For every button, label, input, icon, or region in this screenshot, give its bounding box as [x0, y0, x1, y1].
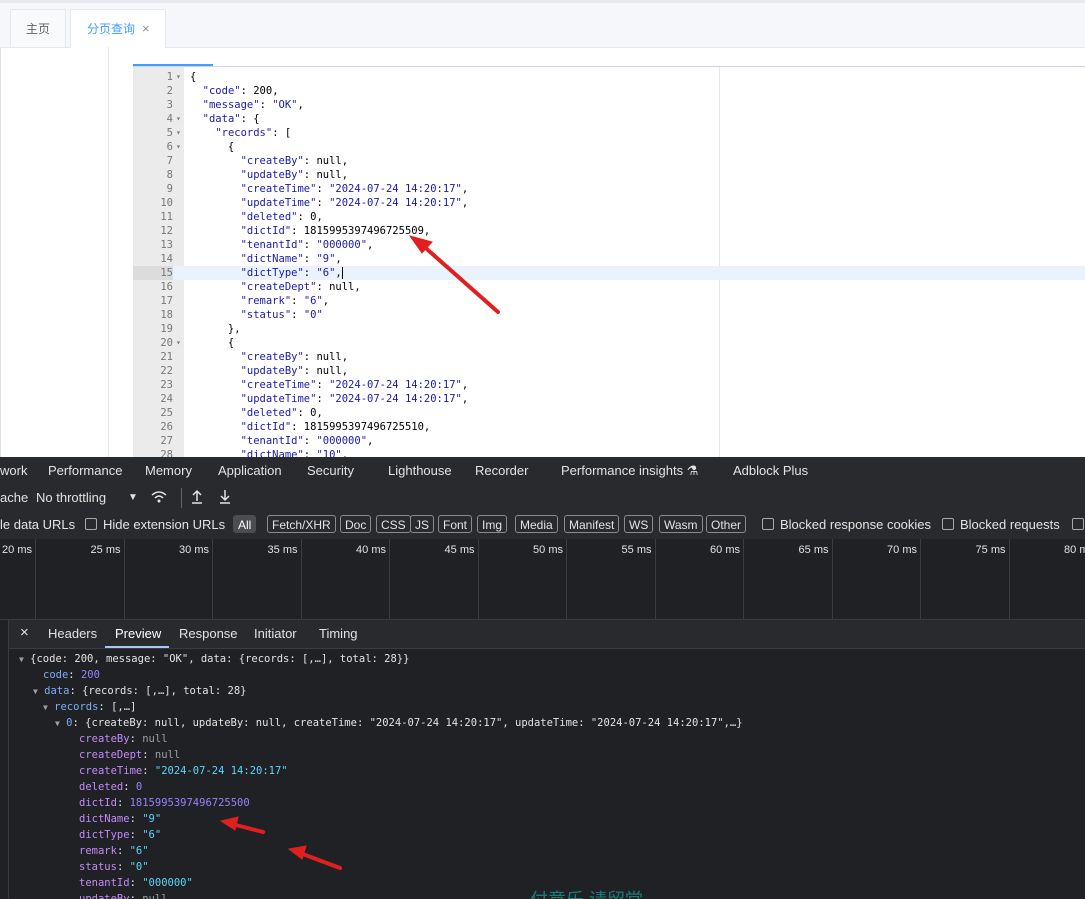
- red-arrow-icon: [287, 845, 342, 870]
- red-arrow-icon: [219, 816, 265, 834]
- annotation-arrows-preview: [219, 816, 342, 870]
